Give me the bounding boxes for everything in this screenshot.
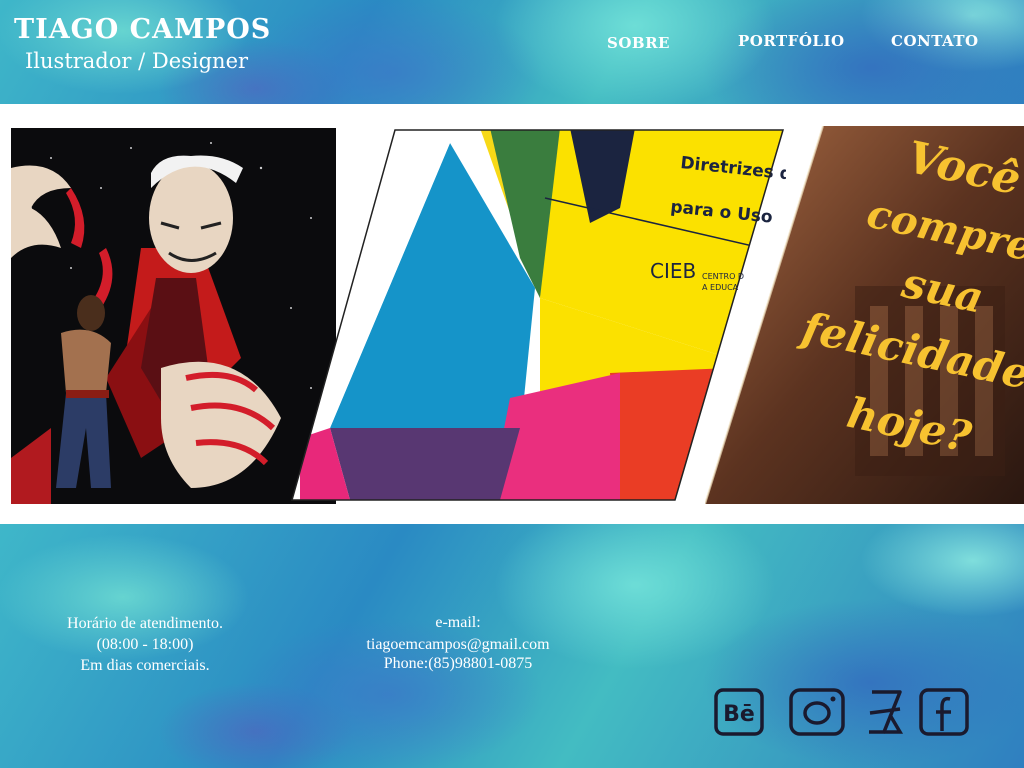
facebook-icon — [919, 688, 969, 736]
hours-days: Em dias comerciais. — [80, 657, 210, 674]
artstation-icon — [869, 690, 904, 734]
site-header: TIAGO CAMPOS Ilustrador / Designer SOBRE… — [0, 0, 1024, 104]
hours-title: Horário de atendimento. — [67, 615, 223, 632]
portfolio-gallery: Diretrizes d para o Uso CIEB CENTRO D A … — [0, 104, 1024, 524]
behance-link[interactable]: Bē — [713, 687, 765, 737]
lettering-image: Você compre sua felicidade hoje? — [705, 126, 1024, 504]
illustration-image — [11, 128, 336, 504]
cover-logo: CIEB — [650, 259, 696, 283]
nav-contato[interactable]: CONTATO — [891, 32, 979, 50]
nav-portfolio[interactable]: PORTFÓLIO — [738, 32, 845, 50]
behance-icon: Bē — [714, 688, 764, 736]
hours-time: (08:00 - 18:00) — [96, 636, 194, 653]
phone-number: Phone:(85)98801-0875 — [383, 655, 533, 672]
instagram-icon — [789, 688, 845, 736]
email-label: e-mail: — [435, 614, 481, 631]
email-link[interactable]: tiagoemcampos@gmail.com — [318, 635, 598, 654]
portfolio-item-lettering[interactable]: Você compre sua felicidade hoje? — [705, 126, 1024, 504]
artstation-link[interactable] — [864, 687, 906, 737]
business-hours: Horário de atendimento. (08:00 - 18:00) … — [40, 613, 250, 676]
portfolio-item-illustration[interactable] — [11, 128, 336, 504]
behance-label: Bē — [723, 702, 755, 727]
brand-name: TIAGO CAMPOS — [14, 14, 272, 45]
contact-info: e-mail: tiagoemcampos@gmail.com Phone:(8… — [318, 613, 598, 673]
nav-sobre[interactable]: SOBRE — [607, 34, 670, 52]
instagram-link[interactable] — [788, 687, 846, 737]
brand-role: Ilustrador / Designer — [25, 49, 249, 73]
site-footer: Horário de atendimento. (08:00 - 18:00) … — [0, 524, 1024, 768]
facebook-link[interactable] — [918, 687, 970, 737]
